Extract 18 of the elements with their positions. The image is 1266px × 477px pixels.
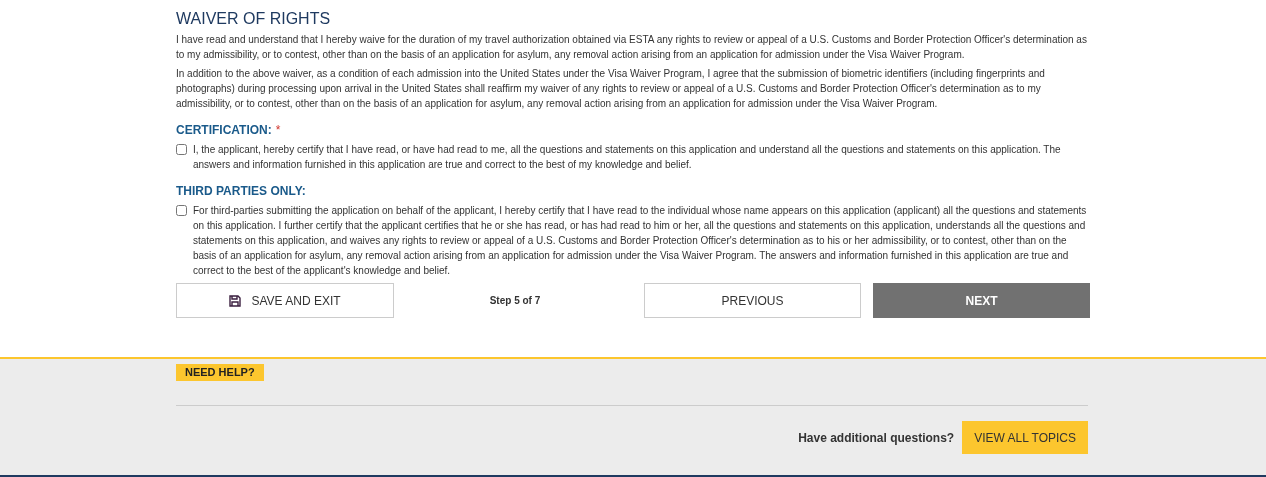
save-and-exit-button[interactable]: SAVE AND EXIT <box>176 283 394 318</box>
save-icon <box>229 294 242 307</box>
view-all-topics-button[interactable]: VIEW ALL TOPICS <box>962 421 1088 454</box>
waiver-paragraph: I have read and understand that I hereby waive for the duration of my travel authorization obtained via ESTA any rights to review or appeal of a U.S. Customs and Border Protection Officer's determination as to my admissibility, or to contest, other than on the basis of an application for asylum, any removal action arising from an application for admission under the Visa Waiver Program. <box>176 33 1088 62</box>
certification-text: I, the applicant, hereby certify that I have read, or have had read to me, all the questions and statements on this application and understand all the questions and statements on this application. The answers and information furnished in this application are true and correct to the best of my knowledge and belief. <box>193 143 1062 172</box>
need-help-tag: NEED HELP? <box>176 364 264 381</box>
section-heading: THIRD PARTIES ONLY: <box>176 184 306 198</box>
step-indicator: Step 5 of 7 <box>488 294 542 308</box>
previous-button[interactable]: PREVIOUS <box>644 283 861 318</box>
section-title: WAIVER OF RIGHTS <box>176 10 332 28</box>
checkbox[interactable] <box>176 205 187 216</box>
required-mark: * <box>275 123 281 137</box>
certification-text: For third-parties submitting the application on behalf of the applicant, I hereby certify that I have read to the individual whose name appears on this application (applicant) all the questions and statements on this application. I further certify that the applicant certifies that he or she has read, or has had read to him or her, all the questions and statements on this application, understands all the questions and statements on this application, and waives any rights to review or appeal of a U.S. Customs and Border Protection Officer's determination as to his or her admissibility, or to contest, other than on the basis of an application for asylum, any removal action arising from an application for admission under the Visa Waiver Program. The answers and information furnished in this application are true and correct to the best of the applicant's knowledge and belief. <box>193 204 1088 278</box>
waiver-paragraph: In addition to the above waiver, as a condition of each admission into the United States under the Visa Waiver Program, I agree that the submission of biometric identifiers (including fingerprints and photographs) during processing upon arrival in the United States shall reaffirm my waiver of any rights to review or appeal of a U.S. Customs and Border Protection Officer's determination as to my admissibility, or to contest, other than on the basis of an application for asylum, any removal action arising from an application for admission under the Visa Waiver Program. <box>176 67 1046 111</box>
next-button[interactable]: NEXT <box>873 283 1090 318</box>
checkbox[interactable] <box>176 144 187 155</box>
additional-questions-text: Have additional questions? <box>798 429 955 447</box>
section-heading: CERTIFICATION: <box>176 123 272 137</box>
